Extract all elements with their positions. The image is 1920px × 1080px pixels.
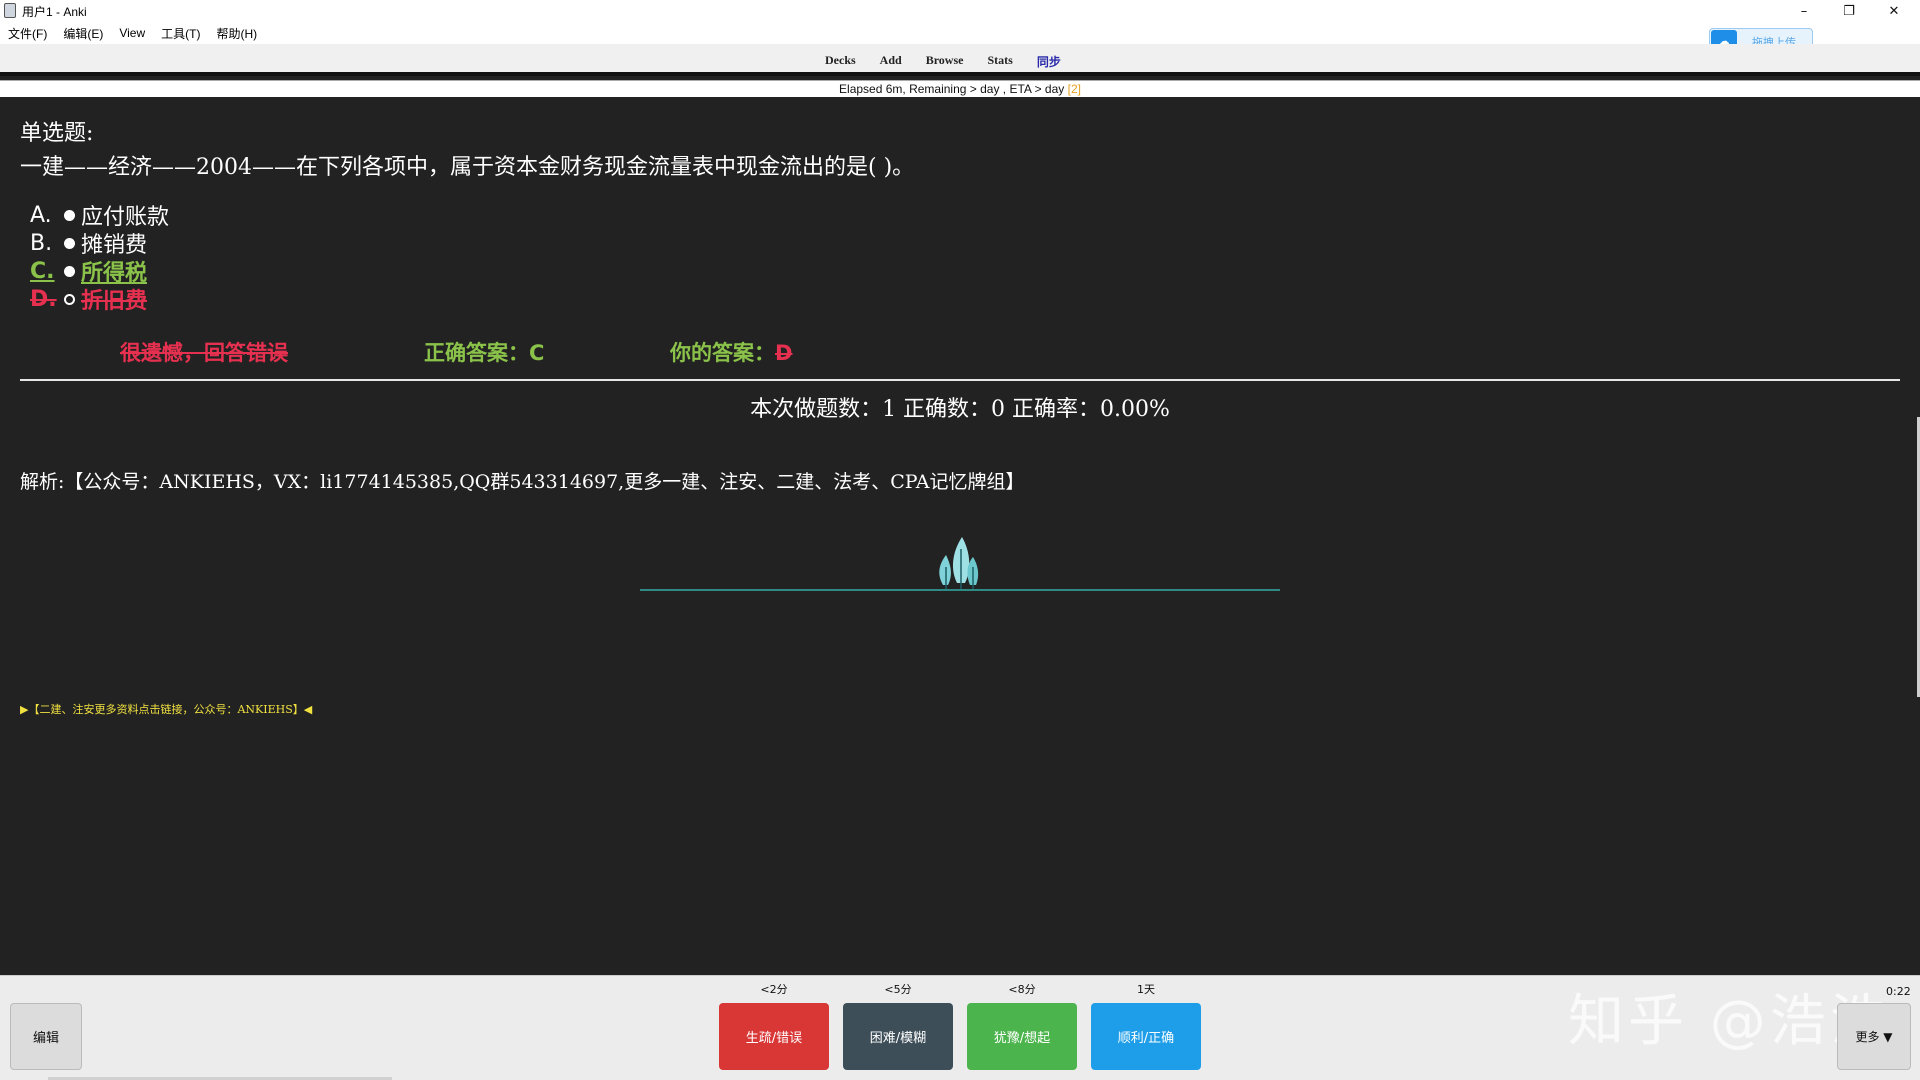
more-button[interactable]: 更多 ▼: [1837, 1003, 1911, 1070]
analysis-text: 解析:【公众号：ANKIEHS，VX：li1774145385,QQ群54331…: [20, 471, 1025, 493]
ease-again: <2分 生疏/错误: [719, 981, 829, 1070]
question-type: 单选题:: [20, 121, 94, 146]
menu-edit[interactable]: 编辑(E): [63, 25, 103, 42]
result-verdict: 很遗憾，回答错误: [120, 340, 288, 365]
divider: [20, 379, 1900, 381]
option-a[interactable]: A. 应付账款: [30, 201, 169, 231]
toolbar-decks-link[interactable]: Decks: [825, 53, 856, 70]
trees-illustration: [640, 537, 1280, 591]
option-letter: C.: [30, 258, 55, 284]
toolbar-stats-link[interactable]: Stats: [987, 53, 1012, 70]
close-button[interactable]: ✕: [1872, 0, 1916, 22]
session-stats: 本次做题数：1 正确数：0 正确率：0.00%: [750, 397, 1170, 422]
menu-help[interactable]: 帮助(H): [216, 25, 257, 42]
toolbar-add-link[interactable]: Add: [880, 53, 902, 70]
easy-button[interactable]: 顺利/正确: [1091, 1003, 1201, 1070]
promo-link[interactable]: ▶【二建、注安更多资料点击链接，公众号：ANKIEHS】◀: [20, 701, 312, 717]
question-text: 一建——经济——2004——在下列各项中，属于资本金财务现金流量表中现金流出的是…: [20, 155, 915, 180]
anki-app-icon: [4, 3, 16, 18]
your-answer-value: D: [775, 341, 793, 365]
your-answer: 你的答案：D: [670, 337, 792, 367]
ease-good: <8分 犹豫/想起: [967, 981, 1077, 1070]
card-timer: 0:22: [1886, 985, 1911, 998]
title-bar: 用户1 - Anki – ❐ ✕: [0, 0, 1920, 22]
menu-file[interactable]: 文件(F): [8, 25, 47, 42]
again-button[interactable]: 生疏/错误: [719, 1003, 829, 1070]
edit-button[interactable]: 编辑: [10, 1003, 82, 1070]
option-letter: A.: [30, 202, 52, 228]
main-toolbar: Decks Add Browse Stats 同步: [0, 44, 1920, 76]
minimize-button[interactable]: –: [1782, 0, 1826, 22]
toolbar-browse-link[interactable]: Browse: [926, 53, 964, 70]
answer-bar: 编辑 <2分 生疏/错误 <5分 困难/模糊 <8分 犹豫/想起 1天 顺利/正…: [0, 975, 1920, 1080]
option-text: 折旧费: [81, 288, 148, 314]
ease-interval: <2分: [760, 983, 788, 996]
ease-hard: <5分 困难/模糊: [843, 981, 953, 1070]
your-answer-label: 你的答案：: [670, 340, 775, 365]
status-text: Elapsed 6m, Remaining > day , ETA > day: [839, 82, 1068, 96]
toolbar-sync-link[interactable]: 同步: [1037, 53, 1061, 70]
hard-button[interactable]: 困难/模糊: [843, 1003, 953, 1070]
good-button[interactable]: 犹豫/想起: [967, 1003, 1077, 1070]
option-letter: B.: [30, 230, 53, 256]
option-b[interactable]: B. 摊销费: [30, 229, 169, 259]
radio-dot-icon: [64, 237, 75, 249]
review-status-line: Elapsed 6m, Remaining > day , ETA > day …: [0, 80, 1920, 97]
correct-answer-label: 正确答案：: [424, 340, 529, 365]
correct-answer: 正确答案：C: [424, 337, 544, 367]
radio-dot-icon: [64, 265, 75, 277]
correct-answer-value: C: [529, 341, 545, 365]
ease-easy: 1天 顺利/正确: [1091, 981, 1201, 1070]
ease-interval: 1天: [1137, 983, 1155, 996]
card-content: 单选题: 一建——经济——2004——在下列各项中，属于资本金财务现金流量表中现…: [0, 97, 1920, 975]
maximize-button[interactable]: ❐: [1827, 0, 1871, 22]
option-letter: D.: [30, 286, 57, 312]
status-count: [2]: [1067, 82, 1081, 96]
radio-dot-icon: [64, 209, 75, 221]
window-title: 用户1 - Anki: [22, 5, 87, 19]
option-d[interactable]: D. 折旧费: [30, 285, 169, 315]
menu-tools[interactable]: 工具(T): [161, 25, 200, 42]
option-c[interactable]: C. 所得税: [30, 257, 169, 287]
radio-ring-icon: [64, 293, 75, 305]
ease-interval: <8分: [1008, 983, 1036, 996]
ease-interval: <5分: [884, 983, 912, 996]
menu-bar: 文件(F) 编辑(E) View 工具(T) 帮助(H): [0, 22, 1920, 44]
menu-view[interactable]: View: [119, 26, 145, 40]
answer-options: A. 应付账款 B. 摊销费 C. 所得税 D. 折旧费: [30, 201, 169, 315]
